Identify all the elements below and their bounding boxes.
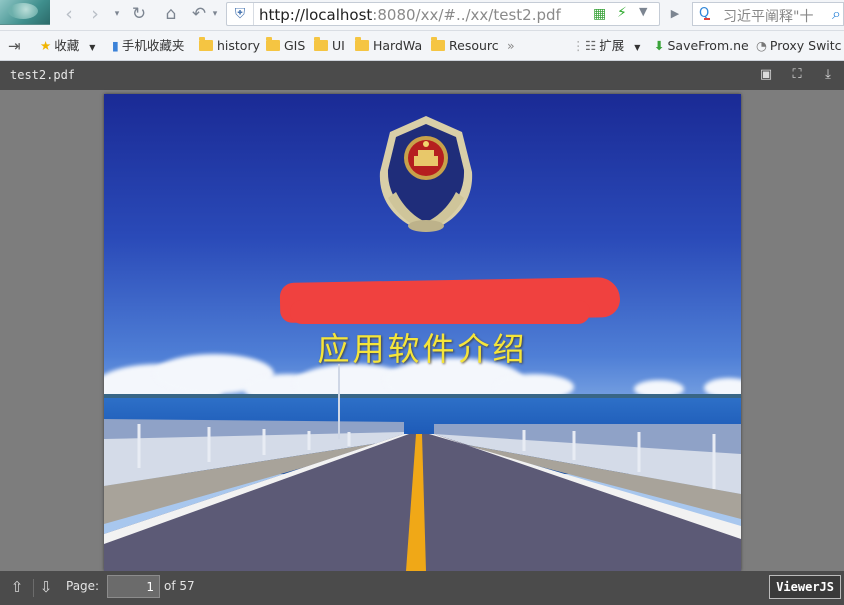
download-arrow-icon: ⬇ [654, 38, 665, 53]
home-icon[interactable]: ⌂ [160, 3, 182, 25]
bookmark-history[interactable]: history [199, 37, 260, 55]
history-dropdown-icon[interactable]: ▾ [112, 3, 122, 25]
viewer-footer: ⇧ ⇩ Page: of 57 ViewerJS [0, 571, 844, 605]
document-file-name: test2.pdf [10, 68, 76, 82]
slide-title: 应用软件介绍 [317, 330, 528, 368]
search-box[interactable]: Q 习近平阐释"十 ⌕ [692, 2, 844, 26]
bookmark-gis[interactable]: GIS [266, 37, 305, 55]
bookmark-ui[interactable]: UI [314, 37, 345, 55]
folder-icon [355, 37, 369, 51]
folder-icon [199, 37, 213, 51]
address-dropdown-icon[interactable]: ▼ [639, 5, 647, 18]
next-page-icon[interactable]: ⇩ [37, 578, 55, 596]
toolbar-divider-icon: ⋮ [572, 38, 585, 53]
back-arrow-icon[interactable]: ‹ [60, 3, 78, 25]
download-icon[interactable]: ⤓ [818, 66, 838, 84]
presentation-icon[interactable]: ▣ [756, 66, 776, 84]
folder-icon [431, 37, 445, 51]
phone-icon: ▮ [112, 38, 119, 53]
forward-arrow-icon[interactable]: › [86, 3, 104, 25]
proxy-icon: ◔ [756, 38, 767, 53]
bookmark-mobile[interactable]: ▮ 手机收藏夹 [112, 37, 184, 55]
bookmark-favorites[interactable]: ★ 收藏 ▼ [40, 37, 95, 55]
undo-icon[interactable]: ↶ [188, 3, 210, 25]
grid-icon: ☷ [585, 38, 597, 53]
page-total: of 57 [164, 579, 195, 593]
address-bar[interactable]: ⛨ http://localhost:8080/xx/#../xx/test2.… [226, 2, 660, 26]
previous-page-icon[interactable]: ⇧ [8, 578, 26, 596]
search-engine-icon[interactable]: Q [699, 6, 711, 21]
page-label: Page: [66, 579, 100, 593]
qr-code-icon[interactable]: ▦ [593, 6, 606, 22]
redaction-mark [290, 300, 590, 324]
extensions-menu[interactable]: ☷ 扩展 ▼ [585, 37, 640, 55]
footer-divider [33, 579, 34, 597]
pdf-page: 应用软件介绍 [104, 94, 741, 571]
search-icon[interactable]: ⌕ [832, 4, 841, 24]
folder-icon [314, 37, 328, 51]
star-add-icon: ★ [40, 38, 52, 53]
bookmark-resourc[interactable]: Resourc [431, 37, 499, 55]
bookmark-proxy[interactable]: ◔ Proxy Switc [756, 37, 842, 55]
bookmark-savefrom[interactable]: ⬇ SaveFrom.ne [654, 37, 749, 55]
more-bookmarks-icon[interactable]: » [507, 37, 515, 55]
fullscreen-icon[interactable]: ⛶ [787, 66, 807, 84]
browser-toolbar: ‹ › ▾ ↻ ⌂ ↶ ▾ ⛨ http://localhost:8080/xx… [0, 0, 844, 31]
go-arrow-icon[interactable]: ▶ [664, 2, 686, 26]
chevron-down-icon: ▼ [634, 43, 641, 52]
shield-icon[interactable]: ⛨ [227, 3, 254, 25]
viewerjs-logo[interactable]: ViewerJS [769, 575, 841, 599]
folder-icon [266, 37, 280, 51]
refresh-icon[interactable]: ↻ [128, 3, 150, 25]
undo-dropdown-icon[interactable]: ▾ [210, 3, 220, 25]
page-number-input[interactable] [107, 575, 160, 598]
lightning-icon[interactable]: ⚡ [617, 5, 627, 21]
viewer-titlebar: test2.pdf ▣ ⛶ ⤓ [0, 61, 844, 90]
chevron-down-icon: ▼ [89, 43, 96, 52]
police-emblem-icon [379, 116, 473, 232]
user-avatar[interactable] [0, 0, 50, 25]
sidebar-toggle-icon[interactable]: ⇥ [8, 37, 21, 55]
bookmarks-bar: ⇥ ★ 收藏 ▼ ▮ 手机收藏夹 history GIS UI HardWa Res… [0, 31, 844, 61]
bookmark-hardwa[interactable]: HardWa [355, 37, 422, 55]
search-input[interactable]: 习近平阐释"十 [723, 6, 817, 26]
url-text[interactable]: http://localhost:8080/xx/#../xx/test2.pd… [259, 6, 561, 24]
